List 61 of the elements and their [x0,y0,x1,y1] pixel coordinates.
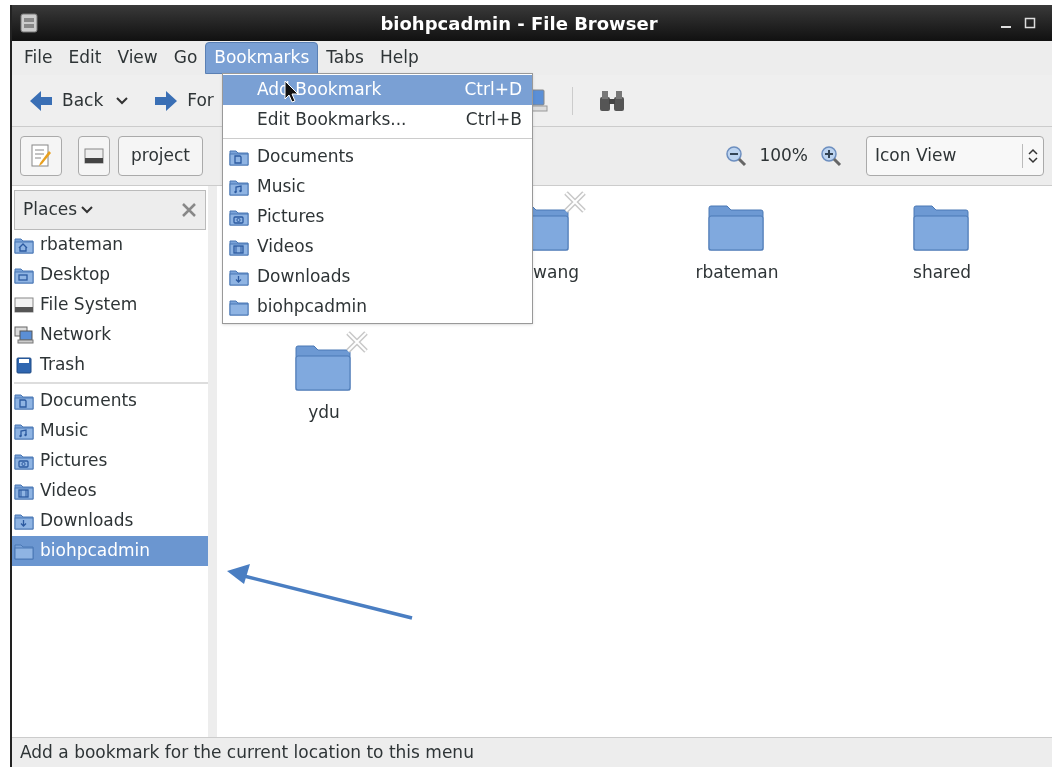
window-title: biohpcadmin - File Browser [380,11,658,36]
view-mode-select[interactable]: Icon View [866,136,1044,176]
menu-item[interactable]: View [109,42,166,74]
music-folder-icon [14,421,34,441]
pictures-folder-icon [14,451,34,471]
music-folder-icon [229,177,249,197]
menu-item[interactable]: biohpcadmin [223,292,532,322]
menu-item[interactable]: Downloads [223,262,532,292]
menu-item[interactable]: Edit [60,42,110,74]
sidebar-item[interactable]: rbateman [12,230,208,260]
network-icon [14,325,34,345]
menu-item[interactable]: File [16,42,61,74]
home-folder-icon [14,235,34,255]
sidebar-item[interactable]: Trash [12,350,208,380]
zoom-out-icon[interactable] [725,145,748,167]
back-arrow-icon [28,88,54,113]
drive-icon [14,295,34,315]
close-icon[interactable] [181,202,197,218]
spinner-icon [1027,147,1039,165]
zoom-in-icon[interactable] [820,145,842,167]
videos-folder-icon [229,237,249,257]
folder-icon [14,541,34,561]
back-button[interactable]: Back [24,87,108,114]
path-button[interactable]: project [118,136,203,176]
menu-item[interactable]: Edit Bookmarks... Ctrl+B [223,105,532,135]
sidebar-item[interactable]: Downloads [12,506,208,536]
zoom-level: 100% [759,144,808,168]
drive-button[interactable] [78,136,110,176]
downloads-folder-icon [229,267,249,287]
file-name: shared [913,261,971,284]
sidebar-item[interactable]: File System [12,290,208,320]
desktop-folder-icon [14,265,34,285]
menu-item[interactable]: Videos [223,232,532,262]
file-name: rbateman [695,261,779,284]
caret-icon [81,205,94,215]
file-name: ydu [308,401,340,424]
videos-folder-icon [14,481,34,501]
window-menu-icon[interactable] [20,13,38,33]
maximize-icon[interactable] [1024,17,1036,29]
forward-button[interactable]: For [149,87,218,114]
documents-folder-icon [229,147,249,167]
downloads-folder-icon [14,511,34,531]
menu-item[interactable]: Help [371,42,427,74]
documents-folder-icon [14,391,34,411]
sidebar-item[interactable]: Desktop [12,260,208,290]
folder-icon [229,297,249,317]
pictures-folder-icon [229,207,249,227]
sidebar-item[interactable]: Network [12,320,208,350]
sidebar-item[interactable]: Pictures [12,446,208,476]
menu-item[interactable]: Pictures [223,202,532,232]
sidebar-item[interactable]: Videos [12,476,208,506]
menu-item[interactable]: Go [165,42,206,74]
menu-item[interactable]: Music [223,172,532,202]
sidebar-item[interactable]: Music [12,416,208,446]
menu-item[interactable]: Tabs [318,42,372,74]
pencil-note-icon [29,143,53,169]
menu-item[interactable]: Documents [223,142,532,172]
dropdown-caret-icon[interactable] [115,95,130,106]
drive-icon [84,148,104,164]
sidebar-item[interactable]: Documents [12,386,208,416]
file-name: wang [533,261,579,284]
